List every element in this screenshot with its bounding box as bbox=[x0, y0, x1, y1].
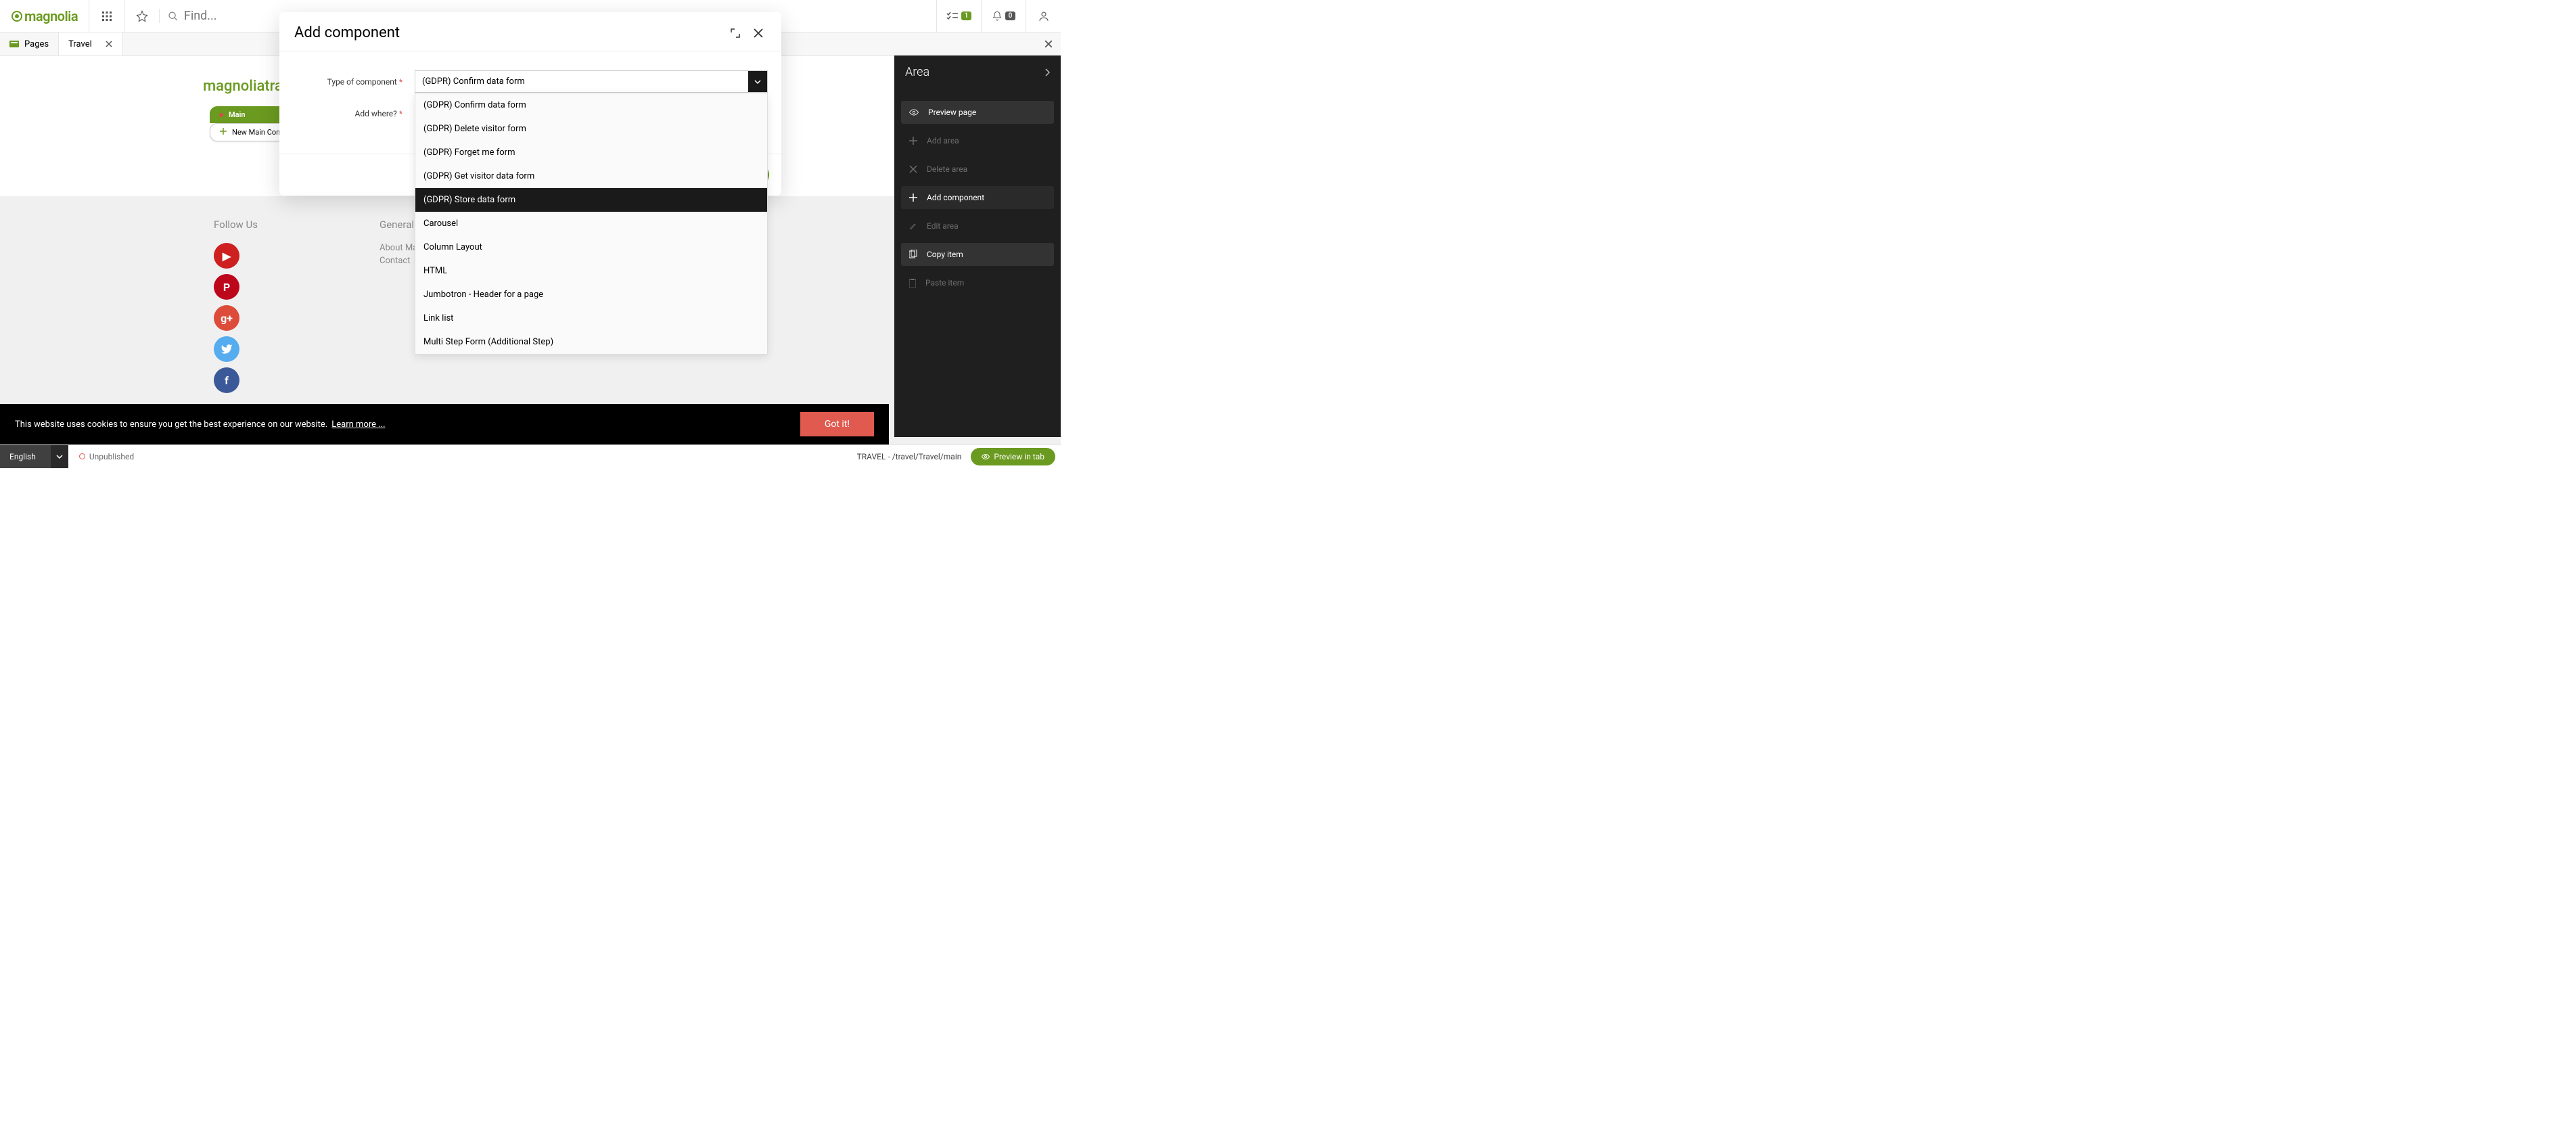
close-all-button[interactable] bbox=[1036, 32, 1061, 55]
cookie-accept-button[interactable]: Got it! bbox=[800, 412, 874, 436]
cookie-text: This website uses cookies to ensure you … bbox=[15, 419, 327, 430]
component-option[interactable]: (GDPR) Store data form bbox=[415, 188, 767, 212]
tasks-icon bbox=[946, 12, 959, 21]
copy-icon bbox=[909, 250, 917, 259]
preview-in-tab-button[interactable]: Preview in tab bbox=[971, 448, 1055, 465]
star-icon bbox=[136, 10, 148, 22]
logo-icon bbox=[11, 10, 23, 22]
panel-title: Area bbox=[905, 65, 929, 79]
component-option[interactable]: Carousel bbox=[415, 212, 767, 235]
plus-icon bbox=[220, 128, 227, 135]
component-option[interactable]: (GDPR) Forget me form bbox=[415, 141, 767, 164]
status-indicator-icon bbox=[79, 453, 85, 459]
eye-icon bbox=[909, 108, 919, 117]
copy-item-action[interactable]: Copy item bbox=[901, 243, 1054, 266]
panel-collapse-button[interactable] bbox=[1044, 68, 1050, 76]
action-panel: Area Preview page Add area Delete area A… bbox=[894, 55, 1061, 437]
publish-status: Unpublished bbox=[79, 452, 134, 461]
eye-icon bbox=[982, 453, 990, 461]
language-dropdown-toggle[interactable] bbox=[51, 445, 68, 468]
add-component-action[interactable]: Add component bbox=[901, 186, 1054, 209]
tasks-badge: 1 bbox=[961, 12, 972, 20]
close-icon bbox=[1044, 40, 1053, 48]
component-option[interactable]: Link list bbox=[415, 306, 767, 330]
component-option[interactable]: HTML bbox=[415, 259, 767, 283]
favorites-button[interactable] bbox=[124, 0, 159, 32]
dialog-title: Add component bbox=[294, 24, 720, 41]
component-option[interactable]: (GDPR) Get visitor data form bbox=[415, 164, 767, 188]
component-type-select[interactable]: (GDPR) Confirm data form bbox=[415, 70, 768, 93]
expand-icon bbox=[730, 28, 741, 39]
component-option[interactable]: Multi Step Form (Additional Step) bbox=[415, 330, 767, 354]
clipboard-icon bbox=[909, 279, 916, 288]
preview-page-action[interactable]: Preview page bbox=[901, 101, 1054, 124]
chevron-down-icon bbox=[56, 455, 63, 459]
chevron-down-icon bbox=[754, 80, 761, 84]
footer-heading: Follow Us bbox=[214, 219, 258, 231]
tab-label: Travel bbox=[68, 39, 92, 49]
facebook-link[interactable]: f bbox=[214, 367, 239, 393]
cookie-learn-link[interactable]: Learn more ... bbox=[331, 419, 385, 430]
close-icon bbox=[106, 41, 112, 47]
profile-button[interactable] bbox=[1026, 0, 1061, 32]
pencil-icon bbox=[909, 222, 917, 230]
delete-area-action: Delete area bbox=[901, 158, 1054, 181]
expand-dialog-button[interactable] bbox=[727, 25, 743, 41]
close-icon bbox=[909, 165, 917, 173]
add-component-dialog: Add component Type of component * (GDPR)… bbox=[279, 12, 781, 196]
pinterest-link[interactable]: P bbox=[214, 274, 239, 300]
component-option[interactable]: (GDPR) Delete visitor form bbox=[415, 117, 767, 141]
youtube-link[interactable]: ▶ bbox=[214, 243, 239, 269]
tab-label: Pages bbox=[24, 39, 49, 49]
user-icon bbox=[1038, 10, 1050, 22]
select-value: (GDPR) Confirm data form bbox=[415, 71, 748, 92]
brand-logo[interactable]: magnolia bbox=[0, 8, 89, 24]
component-option[interactable]: Jumbotron - Header for a page bbox=[415, 283, 767, 306]
tasks-button[interactable]: 1 bbox=[936, 0, 981, 32]
plus-icon bbox=[909, 137, 917, 145]
component-type-options: (GDPR) Confirm data form(GDPR) Delete vi… bbox=[415, 93, 768, 355]
edit-area-action: Edit area bbox=[901, 214, 1054, 237]
paste-item-action: Paste item bbox=[901, 271, 1054, 294]
component-option[interactable]: Column Layout bbox=[415, 235, 767, 259]
apps-grid-icon bbox=[101, 11, 112, 22]
dropdown-toggle[interactable] bbox=[748, 71, 767, 92]
googleplus-link[interactable]: g+ bbox=[214, 305, 239, 331]
search-icon bbox=[168, 11, 179, 22]
plus-icon bbox=[909, 194, 917, 202]
app-launcher-button[interactable] bbox=[89, 0, 124, 32]
field-label-type: Type of component * bbox=[279, 77, 415, 87]
bell-icon bbox=[992, 11, 1003, 22]
pages-icon bbox=[9, 41, 19, 47]
cookie-banner: This website uses cookies to ensure you … bbox=[0, 404, 889, 445]
notifications-button[interactable]: 0 bbox=[981, 0, 1026, 32]
close-dialog-button[interactable] bbox=[750, 25, 766, 41]
page-path: TRAVEL - /travel/Travel/main bbox=[857, 452, 971, 461]
close-icon bbox=[753, 28, 764, 39]
twitter-icon bbox=[221, 343, 233, 355]
app-tab-pages[interactable]: Pages bbox=[0, 32, 59, 55]
component-option[interactable]: (GDPR) Confirm data form bbox=[415, 93, 767, 117]
close-tab-button[interactable] bbox=[106, 41, 112, 47]
field-label-where: Add where? * bbox=[279, 109, 415, 118]
language-selector[interactable]: English bbox=[0, 445, 68, 468]
notif-badge: 0 bbox=[1005, 12, 1016, 20]
twitter-link[interactable] bbox=[214, 336, 239, 362]
chevron-right-icon bbox=[1044, 68, 1050, 76]
status-bar: English Unpublished TRAVEL - /travel/Tra… bbox=[0, 445, 1061, 468]
sub-tab-travel[interactable]: Travel bbox=[59, 32, 122, 55]
add-area-action: Add area bbox=[901, 129, 1054, 152]
